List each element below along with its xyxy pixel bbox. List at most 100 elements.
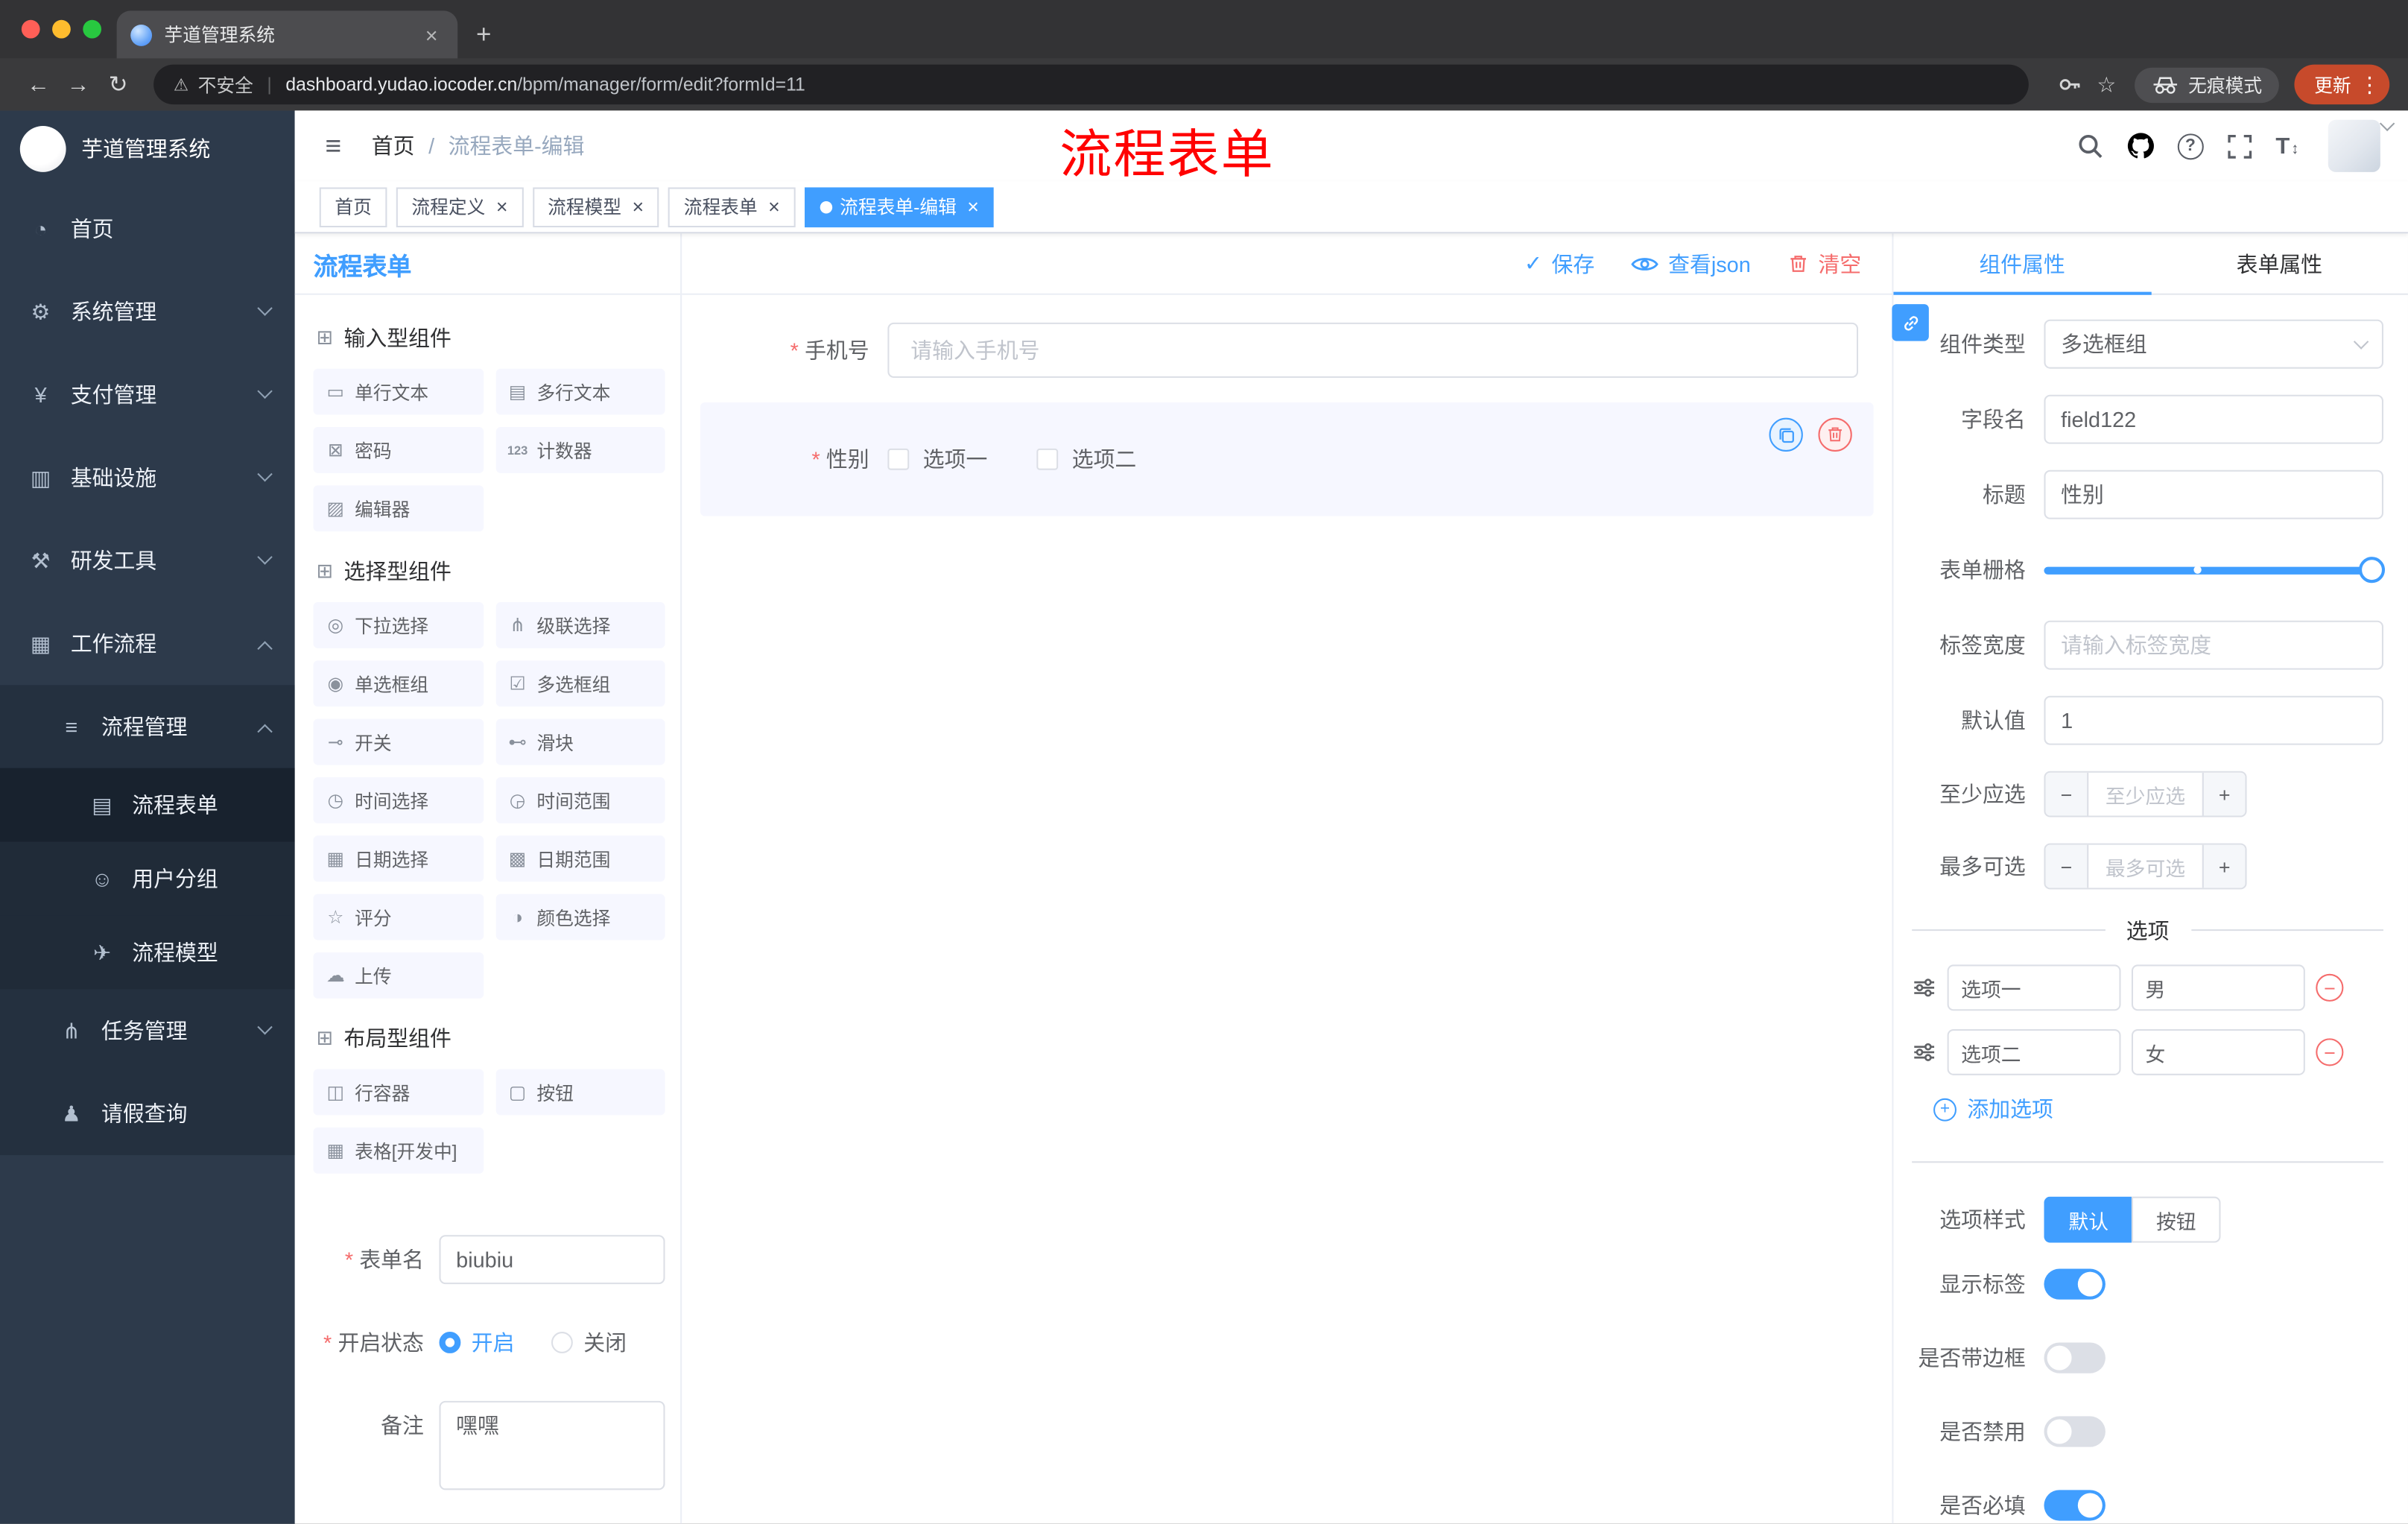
tab-close-icon[interactable]: × [419,22,444,47]
kebab-menu-icon[interactable]: ⋮ [2359,72,2380,98]
github-icon[interactable] [2126,132,2154,159]
sidebar-item-leave-query[interactable]: ♟ 请假查询 [0,1072,295,1155]
palette-item-slider[interactable]: ⊷ 滑块 [495,718,665,765]
back-button[interactable]: ← [19,72,59,98]
palette-item-time-picker[interactable]: ◷ 时间选择 [313,777,484,823]
sidebar-item-dev-tools[interactable]: ⚒ 研发工具 [0,519,295,602]
sidebar-item-system-mgmt[interactable]: ⚙ 系统管理 [0,271,295,353]
sidebar-item-process-mgmt[interactable]: ≡ 流程管理 [0,685,295,768]
sidebar-item-payment-mgmt[interactable]: ¥ 支付管理 [0,353,295,436]
forward-button[interactable]: → [58,72,98,98]
phone-input[interactable] [887,322,1859,379]
show-label-toggle[interactable] [2044,1268,2106,1300]
maximize-window-button[interactable] [83,19,102,39]
style-button-button[interactable]: 按钮 [2131,1196,2221,1243]
tab-component-props[interactable]: 组件属性 [1893,233,2150,295]
sidebar-item-process-model[interactable]: ✈ 流程模型 [0,915,295,990]
browser-tab[interactable]: 芋道管理系统 × [116,10,458,59]
tag-process-form-edit[interactable]: 流程表单-编辑 × [804,186,995,227]
label-width-input[interactable] [2044,620,2383,670]
breadcrumb-home[interactable]: 首页 [372,130,415,161]
field-link-icon[interactable] [1892,304,1929,341]
address-bar[interactable]: ⚠ 不安全 | dashboard.yudao.iocoder.cn /bpm/… [153,64,2030,105]
close-window-button[interactable] [21,19,40,39]
delete-component-button[interactable] [1818,417,1852,452]
option-value-input[interactable] [2131,964,2305,1011]
required-toggle[interactable] [2044,1490,2106,1521]
palette-item-radio-group[interactable]: ◉ 单选框组 [313,660,484,707]
tag-close-icon[interactable]: × [496,197,508,217]
reload-button[interactable]: ↻ [98,71,139,98]
radio-status-on[interactable]: 开启 [439,1318,515,1368]
decrement-button[interactable]: − [2045,844,2089,888]
palette-item-date-range[interactable]: ▩ 日期范围 [495,835,665,882]
tab-form-props[interactable]: 表单属性 [2151,233,2408,293]
palette-item-button[interactable]: ▢ 按钮 [495,1069,665,1116]
tag-process-definition[interactable]: 流程定义 × [396,186,524,227]
phone-field-block[interactable]: 手机号 [700,307,1874,393]
gender-field-block[interactable]: 性别 选项一 选项二 [700,402,1874,516]
remark-textarea[interactable]: 嘿嘿 [439,1400,665,1490]
palette-item-editor[interactable]: ▨ 编辑器 [313,485,484,532]
palette-item-counter[interactable]: 123 计数器 [495,427,665,473]
option-label-input[interactable] [1947,1029,2121,1075]
remove-option-button[interactable]: − [2316,973,2344,1002]
sidebar-item-task-mgmt[interactable]: ⋔ 任务管理 [0,989,295,1072]
tag-home[interactable]: 首页 [319,186,387,227]
sidebar-item-home[interactable]: ◔ 首页 [0,187,295,270]
palette-item-upload[interactable]: ☁ 上传 [313,952,484,999]
drag-handle-icon[interactable] [1912,976,1936,1000]
slider-handle[interactable] [2359,557,2386,584]
form-grid-slider[interactable] [2044,546,2386,595]
default-value-input[interactable] [2044,695,2383,745]
palette-item-switch[interactable]: ⊸ 开关 [313,718,484,765]
bookmark-star-icon[interactable]: ☆ [2097,72,2116,98]
save-button[interactable]: ✓ 保存 [1524,248,1594,279]
palette-item-select[interactable]: ◎ 下拉选择 [313,601,484,648]
copy-component-button[interactable] [1769,417,1803,452]
help-icon[interactable]: ? [2177,133,2204,159]
with-border-toggle[interactable] [2044,1342,2106,1373]
palette-item-table[interactable]: ▦ 表格[开发中] [313,1127,484,1174]
palette-item-checkbox-group[interactable]: ☑ 多选框组 [495,660,665,707]
tag-process-form[interactable]: 流程表单 × [668,186,796,227]
increment-button[interactable]: + [2202,772,2246,816]
add-option-button[interactable]: + 添加选项 [1933,1094,2383,1125]
sidebar-toggle-hamburger-icon[interactable]: ≡ [295,130,372,162]
max-select-value[interactable]: 最多可选 [2088,845,2202,888]
password-key-icon[interactable] [2059,72,2083,97]
font-size-icon[interactable]: T ↕ [2275,133,2298,159]
checkbox-option-2[interactable]: 选项二 [1036,444,1136,475]
minimize-window-button[interactable] [52,19,71,39]
decrement-button[interactable]: − [2045,772,2089,816]
slider-track[interactable] [2044,557,2386,584]
palette-item-date-picker[interactable]: ▦ 日期选择 [313,835,484,882]
title-input[interactable] [2044,469,2383,519]
radio-status-off[interactable]: 关闭 [551,1318,627,1368]
new-tab-button[interactable]: + [476,10,491,58]
remove-option-button[interactable]: − [2316,1038,2344,1066]
disabled-toggle[interactable] [2044,1416,2106,1447]
search-icon[interactable] [2076,132,2103,159]
palette-item-row-container[interactable]: ◫ 行容器 [313,1069,484,1116]
palette-item-multi-text[interactable]: ▤ 多行文本 [495,368,665,415]
palette-item-rate[interactable]: ☆ 评分 [313,894,484,940]
option-value-input[interactable] [2131,1029,2305,1075]
tag-process-model[interactable]: 流程模型 × [532,186,659,227]
drag-handle-icon[interactable] [1912,1040,1936,1064]
tag-close-icon[interactable]: × [768,197,780,217]
palette-item-color-picker[interactable]: ◑ 颜色选择 [495,894,665,940]
increment-button[interactable]: + [2202,844,2246,888]
palette-item-cascader[interactable]: ⋔ 级联选择 [495,601,665,648]
field-name-input[interactable] [2044,394,2383,444]
palette-item-password[interactable]: ⊠ 密码 [313,427,484,473]
palette-item-single-text[interactable]: ▭ 单行文本 [313,368,484,415]
sidebar-item-workflow[interactable]: ▦ 工作流程 [0,602,295,685]
clear-button[interactable]: 清空 [1787,248,1861,279]
user-avatar[interactable] [2328,119,2380,172]
sidebar-item-infrastructure[interactable]: ▥ 基础设施 [0,436,295,519]
update-button[interactable]: 更新 ⋮ [2294,64,2390,105]
sidebar-item-process-form[interactable]: ▤ 流程表单 [0,768,295,842]
style-default-button[interactable]: 默认 [2044,1196,2132,1243]
design-canvas[interactable]: 手机号 性别 选项一 选项二 [682,295,1892,1524]
